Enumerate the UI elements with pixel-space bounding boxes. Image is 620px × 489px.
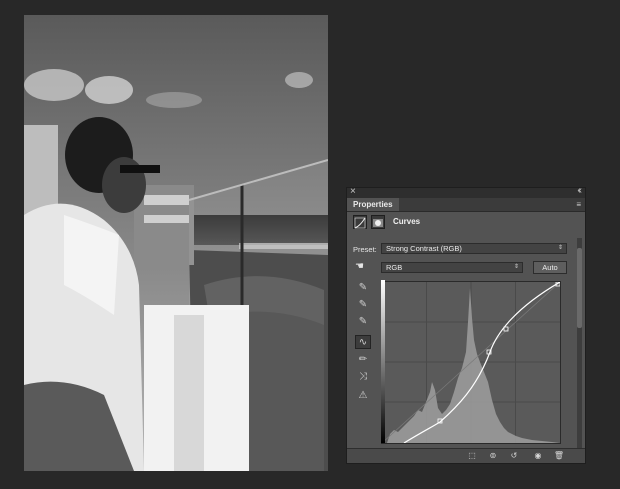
preset-label: Preset: — [353, 245, 377, 254]
hand-icon[interactable]: ☚ — [355, 261, 364, 272]
channel-value: RGB — [386, 263, 403, 272]
updown-arrow-icon: ⇕ — [513, 264, 519, 270]
panel-tab-row: Properties ≡ — [347, 198, 585, 212]
tab-properties[interactable]: Properties — [347, 198, 399, 211]
curves-icon[interactable] — [353, 215, 367, 229]
eyedropper-gray-icon[interactable]: ✎ — [355, 298, 371, 312]
close-icon[interactable]: × — [350, 186, 356, 197]
panel-menu-icon[interactable]: ≡ — [576, 198, 581, 211]
eyedropper-white-icon[interactable]: ✎ — [355, 315, 371, 329]
trash-icon[interactable]: 🗑 — [552, 450, 566, 461]
scrollbar-thumb[interactable] — [577, 248, 582, 328]
document-canvas[interactable] — [24, 15, 328, 471]
collapse-icon[interactable]: ‹‹ — [577, 185, 581, 196]
eye-toggle-icon[interactable]: ⊚ — [486, 450, 500, 461]
panel-title-bar: × ‹‹ — [347, 185, 585, 198]
auto-button[interactable]: Auto — [533, 261, 567, 274]
eyedropper-black-icon[interactable]: ✎ — [355, 281, 371, 295]
channel-dropdown[interactable]: RGB ⇕ — [381, 262, 523, 273]
adjustment-title: Curves — [393, 217, 421, 226]
warning-icon[interactable]: ⚠ — [355, 389, 371, 403]
panel-footer: ⬚ ⊚ ↺ ◉ 🗑 — [347, 448, 585, 463]
preset-value: Strong Contrast (RGB) — [386, 244, 462, 253]
curves-graph[interactable] — [381, 281, 561, 444]
curve-icon[interactable]: ∿ — [355, 335, 371, 349]
output-gradient-bar — [381, 280, 385, 443]
smooth-icon[interactable]: ⤨ — [355, 370, 371, 384]
photo-image — [24, 15, 328, 471]
pencil-icon[interactable]: ✏ — [355, 353, 371, 367]
mask-icon[interactable] — [371, 215, 385, 229]
reset-icon[interactable]: ↺ — [507, 450, 521, 461]
properties-panel: × ‹‹ Properties ≡ Curves Preset: Strong … — [346, 185, 586, 464]
preset-dropdown[interactable]: Strong Contrast (RGB) ⇕ — [381, 243, 567, 254]
panel-scrollbar[interactable] — [577, 238, 582, 448]
clip-icon[interactable]: ⬚ — [465, 450, 479, 461]
eye-icon[interactable]: ◉ — [531, 450, 545, 461]
updown-arrow-icon: ⇕ — [557, 245, 563, 251]
